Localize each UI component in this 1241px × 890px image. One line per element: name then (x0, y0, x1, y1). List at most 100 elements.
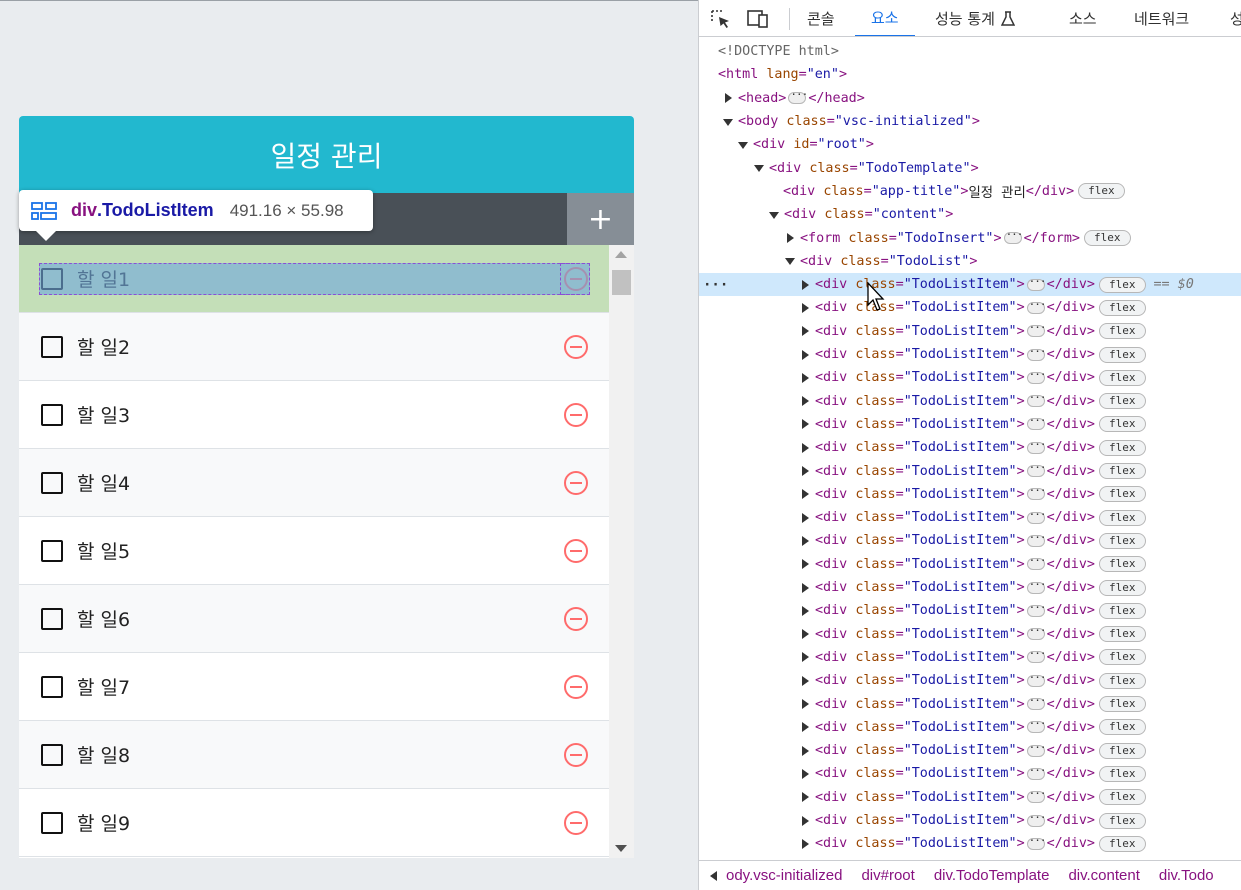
todo-list-item[interactable]: 할 일9 (19, 789, 609, 857)
breadcrumb-item[interactable]: div#root (861, 867, 914, 884)
add-todo-button[interactable]: + (567, 193, 634, 245)
todo-list-item[interactable]: 할 일7 (19, 653, 609, 721)
flex-badge[interactable]: flex (1099, 835, 1146, 852)
todo-list-item[interactable]: 할 일2 (19, 313, 609, 381)
collapsed-content-icon[interactable] (1026, 671, 1046, 687)
expand-closed-icon[interactable] (799, 768, 811, 780)
expand-closed-icon[interactable] (799, 721, 811, 733)
todo-list-item[interactable]: 할 일3 (19, 381, 609, 449)
collapsed-content-icon[interactable] (1026, 694, 1046, 711)
collapsed-content-icon[interactable] (1026, 601, 1046, 617)
collapsed-content-icon[interactable] (1026, 275, 1046, 291)
flex-badge[interactable]: flex (1099, 299, 1146, 316)
checkbox-blank-icon[interactable] (41, 811, 63, 834)
collapsed-content-icon[interactable] (1026, 787, 1046, 804)
minus-circle-icon[interactable] (563, 742, 589, 768)
todo-list-item[interactable]: 할 일5 (19, 517, 609, 585)
todolistitem-node-row[interactable]: <div class="TodoListItem"></div>flex (699, 296, 1241, 319)
todolistitem-node-row[interactable]: <div class="TodoListItem"></div>flex (699, 343, 1241, 366)
collapsed-content-icon[interactable] (1026, 717, 1046, 734)
expand-closed-icon[interactable] (799, 745, 811, 757)
todolistitem-node-row[interactable]: <div class="TodoListItem"></div>flex (699, 646, 1241, 669)
expand-open-icon[interactable] (753, 162, 765, 174)
flex-badge[interactable]: flex (1084, 230, 1131, 247)
flex-badge[interactable]: flex (1099, 789, 1146, 806)
collapsed-content-icon[interactable] (1026, 811, 1046, 827)
expand-closed-icon[interactable] (799, 535, 811, 547)
flex-badge[interactable]: flex (1099, 276, 1146, 293)
checkbox-blank-icon[interactable] (41, 403, 63, 426)
collapsed-content-icon[interactable] (1026, 834, 1046, 850)
collapsed-content-icon[interactable] (1026, 554, 1046, 571)
todo-list-item[interactable]: 할 일4 (19, 449, 609, 517)
collapsed-content-icon[interactable] (1026, 764, 1046, 780)
todo-list-item[interactable]: 할 일1 (19, 245, 609, 313)
expand-closed-icon[interactable] (799, 651, 811, 663)
expand-closed-icon[interactable] (799, 395, 811, 407)
head-node-row[interactable]: <head> </head> (699, 87, 1241, 110)
expand-closed-icon[interactable] (799, 302, 811, 314)
minus-circle-icon[interactable] (563, 674, 589, 700)
content-node-row[interactable]: <div class = "content" > (699, 203, 1241, 226)
todolistitem-node-row[interactable]: <div class="TodoListItem"></div>flex (699, 832, 1241, 855)
todolistitem-node-row[interactable]: <div class="TodoListItem"></div>flex (699, 669, 1241, 692)
flex-badge[interactable]: flex (1099, 439, 1146, 456)
checkbox-blank-icon[interactable] (41, 471, 63, 494)
minus-circle-icon[interactable] (563, 470, 589, 496)
flex-badge[interactable]: flex (1099, 602, 1146, 619)
todolistitem-node-row[interactable]: <div class="TodoListItem"></div>flex (699, 459, 1241, 482)
collapsed-content-icon[interactable] (1026, 298, 1046, 314)
todolistitem-node-row[interactable]: <div class="TodoListItem"></div>flex (699, 692, 1241, 715)
todolistitem-node-row[interactable]: <div class="TodoListItem"></div>flex (699, 599, 1241, 622)
body-node-row[interactable]: <body class = "vsc-initialized" > (699, 110, 1241, 133)
breadcrumb-scroll-left-icon[interactable] (710, 870, 717, 881)
expand-closed-icon[interactable] (799, 838, 811, 850)
todolistitem-node-row[interactable]: <div class="TodoListItem"></div>flex (699, 483, 1241, 506)
scroll-up-arrow-icon[interactable] (615, 251, 627, 258)
expand-closed-icon[interactable] (799, 418, 811, 430)
flex-badge[interactable]: flex (1099, 323, 1146, 340)
collapsed-content-icon[interactable] (1026, 647, 1046, 664)
minus-circle-icon[interactable] (563, 606, 589, 632)
minus-circle-icon[interactable] (563, 402, 589, 428)
expand-closed-icon[interactable] (799, 372, 811, 384)
scroll-down-arrow-icon[interactable] (615, 845, 627, 852)
expand-open-icon[interactable] (722, 116, 734, 128)
expand-closed-icon[interactable] (799, 512, 811, 524)
tab-elements[interactable]: 요소 (855, 0, 915, 36)
collapsed-content-icon[interactable] (1026, 624, 1046, 641)
minus-circle-icon[interactable] (563, 266, 589, 292)
collapsed-content-icon[interactable] (1026, 414, 1046, 431)
flex-badge[interactable]: flex (1099, 556, 1146, 573)
template-node-row[interactable]: <div class = "TodoTemplate" > (699, 157, 1241, 180)
todolistitem-node-row[interactable]: <div class="TodoListItem"></div>flex (699, 436, 1241, 459)
doctype-row[interactable]: <!DOCTYPE html> (699, 40, 1241, 63)
todolistitem-node-row[interactable]: <div class="TodoListItem"></div>flex (699, 623, 1241, 646)
minus-circle-icon[interactable] (563, 538, 589, 564)
expand-closed-icon[interactable] (799, 628, 811, 640)
expand-closed-icon[interactable] (799, 558, 811, 570)
flex-badge[interactable]: flex (1099, 509, 1146, 526)
collapsed-content-icon[interactable] (1003, 228, 1022, 245)
expand-closed-icon[interactable] (722, 92, 734, 104)
scroll-thumb[interactable] (612, 270, 631, 295)
expand-open-icon[interactable] (737, 139, 749, 151)
node-actions-icon[interactable]: ··· (703, 277, 728, 293)
root-node-row[interactable]: <div id = "root" > (699, 133, 1241, 156)
collapsed-content-icon[interactable] (1026, 345, 1046, 361)
flex-badge[interactable]: flex (1099, 626, 1146, 643)
breadcrumb-item[interactable]: div.TodoTemplate (934, 867, 1050, 884)
checkbox-blank-icon[interactable] (41, 267, 63, 290)
expand-closed-icon[interactable] (799, 815, 811, 827)
checkbox-blank-icon[interactable] (41, 335, 63, 358)
expand-closed-icon[interactable] (799, 325, 811, 337)
todolistitem-node-row[interactable]: <div class="TodoListItem"></div>flex (699, 506, 1241, 529)
todolistitem-node-row[interactable]: <div class="TodoListItem"></div>flex (699, 786, 1241, 809)
tab-sources[interactable]: 소스 (1069, 0, 1097, 36)
flex-badge[interactable]: flex (1099, 486, 1146, 503)
collapsed-content-icon[interactable] (1026, 578, 1046, 594)
todolistitem-node-row[interactable]: <div class="TodoListItem"></div>flex (699, 553, 1241, 576)
collapsed-content-icon[interactable] (1026, 508, 1046, 524)
todolistitem-node-row[interactable]: <div class="TodoListItem"></div>flex (699, 809, 1241, 832)
todolistitem-node-row[interactable]: <div class="TodoListItem"></div>flex (699, 739, 1241, 762)
